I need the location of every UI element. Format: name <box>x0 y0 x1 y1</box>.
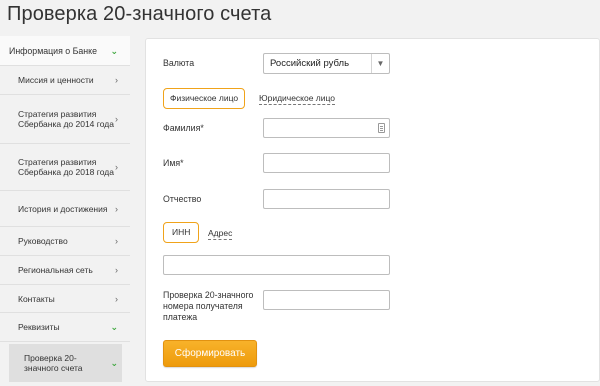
chevron-down-icon[interactable]: ▼ <box>371 54 389 73</box>
chevron-right-icon: › <box>115 265 118 275</box>
currency-label: Валюта <box>163 58 195 68</box>
sidebar-item-label: Региональная сеть <box>18 265 93 275</box>
sidebar-item-strategy-2014[interactable]: Стратегия развития Сбербанка до 2014 год… <box>0 95 130 144</box>
submit-button[interactable]: Сформировать <box>163 340 257 367</box>
chevron-down-icon: ⌄ <box>110 45 118 56</box>
sidebar-item-label: Руководство <box>18 236 68 246</box>
sidebar: Информация о Банке ⌄ Миссия и ценности ›… <box>0 36 130 386</box>
inn-input[interactable] <box>163 255 390 275</box>
sidebar-item-label: Стратегия развития Сбербанка до 2014 год… <box>18 109 114 129</box>
sidebar-item-label: Миссия и ценности <box>18 75 94 85</box>
page-title: Проверка 20-значного счета <box>7 3 272 25</box>
sidebar-item-regional-network[interactable]: Региональная сеть › <box>0 256 130 285</box>
name-label: Имя* <box>163 158 184 168</box>
currency-select-value: Российский рубль <box>270 58 350 69</box>
account-number-input[interactable] <box>263 290 390 310</box>
patronymic-label: Отчество <box>163 194 202 204</box>
sidebar-item-strategy-2018[interactable]: Стратегия развития Сбербанка до 2018 год… <box>0 144 130 191</box>
sidebar-item-history[interactable]: История и достижения › <box>0 191 130 227</box>
sidebar-item-label: Проверка 20-значного счета <box>24 353 83 373</box>
sidebar-item-label: Стратегия развития Сбербанка до 2018 год… <box>18 157 114 177</box>
tab-address[interactable]: Адрес <box>208 228 233 240</box>
sidebar-item-bank-info[interactable]: Информация о Банке ⌄ <box>0 36 130 66</box>
chevron-down-icon: ⌄ <box>110 322 118 332</box>
chevron-right-icon: › <box>115 75 118 85</box>
tab-legal-entity[interactable]: Юридическое лицо <box>259 93 336 105</box>
chevron-right-icon: › <box>115 236 118 246</box>
contact-card-icon <box>378 123 385 133</box>
chevron-right-icon: › <box>115 162 118 172</box>
sidebar-item-account-check[interactable]: Проверка 20-значного счета ⌄ <box>9 344 122 382</box>
sidebar-item-label: История и достижения <box>18 203 108 214</box>
account-number-label: Проверка 20-значного номера получателя п… <box>163 290 254 322</box>
tab-inn[interactable]: ИНН <box>163 222 200 243</box>
sidebar-item-mission[interactable]: Миссия и ценности › <box>0 66 130 95</box>
chevron-right-icon: › <box>115 114 118 124</box>
patronymic-input[interactable] <box>263 189 390 209</box>
sidebar-item-requisites[interactable]: Реквизиты ⌄ <box>0 313 130 342</box>
tab-individual[interactable]: Физическое лицо <box>163 88 246 109</box>
surname-label: Фамилия* <box>163 123 204 133</box>
name-input[interactable] <box>263 153 390 173</box>
chevron-down-icon: ⌄ <box>110 358 118 368</box>
sidebar-item-label: Контакты <box>18 293 55 304</box>
sidebar-item-contacts[interactable]: Контакты › <box>0 285 130 313</box>
chevron-right-icon: › <box>115 203 118 214</box>
chevron-right-icon: › <box>115 293 118 304</box>
surname-input[interactable] <box>263 118 390 138</box>
currency-select[interactable]: Российский рубль ▼ <box>263 53 390 74</box>
sidebar-item-management[interactable]: Руководство › <box>0 227 130 256</box>
account-check-form: Валюта Российский рубль ▼ Физическое лиц… <box>145 38 600 382</box>
